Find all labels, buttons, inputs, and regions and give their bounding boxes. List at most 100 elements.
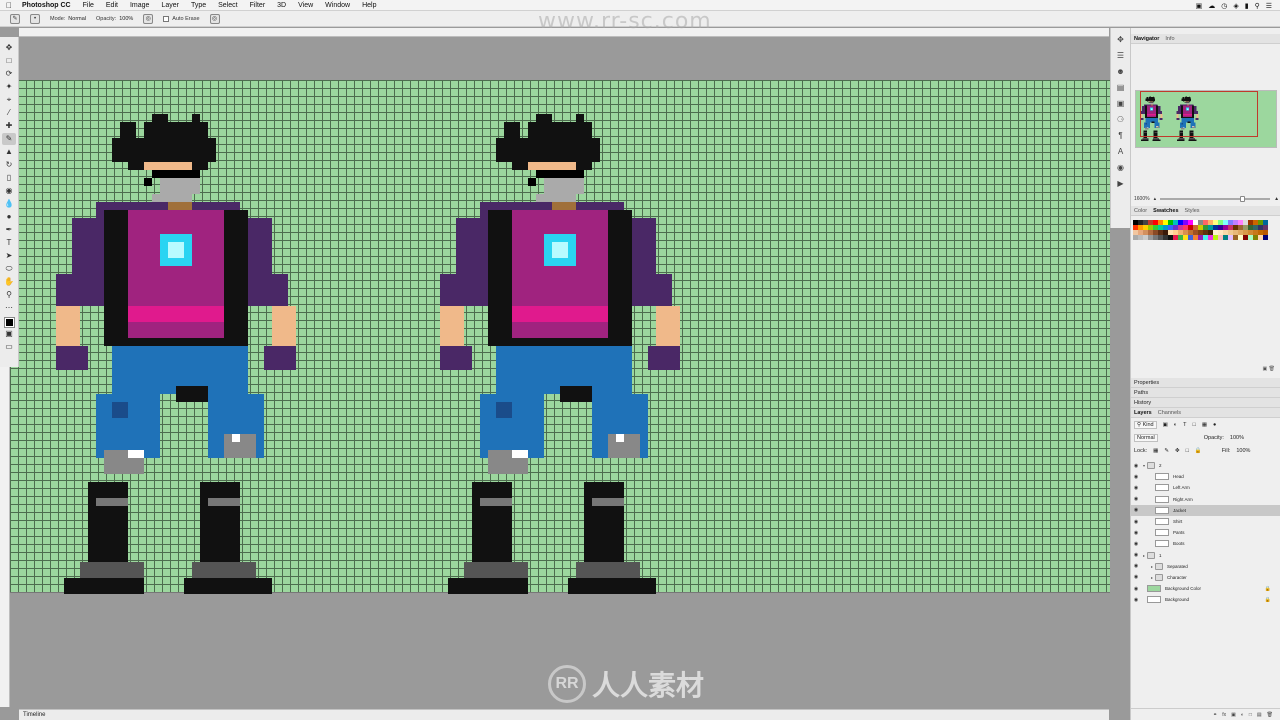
screen-mode-icon[interactable]: ▭	[2, 341, 16, 353]
layer-row[interactable]: ◉ Background 🔒	[1131, 594, 1280, 605]
hand-tool-icon[interactable]: ✋	[2, 276, 16, 288]
tab-layers[interactable]: Layers	[1134, 410, 1152, 416]
menu-image[interactable]: Image	[124, 2, 155, 9]
tab-navigator[interactable]: Navigator	[1134, 36, 1159, 42]
menu-3d[interactable]: 3D	[271, 2, 292, 9]
navigator-preview[interactable]	[1135, 90, 1277, 148]
visibility-eye-icon[interactable]: ◉	[1131, 463, 1141, 469]
menu-help[interactable]: Help	[356, 2, 382, 9]
delete-layer-icon[interactable]: 🗑	[1267, 712, 1273, 718]
filter-shape-icon[interactable]: □	[1192, 422, 1195, 428]
tab-swatches[interactable]: Swatches	[1153, 208, 1178, 214]
blur-tool-icon[interactable]: 💧	[2, 198, 16, 210]
paint-bucket-tool-icon[interactable]: ◉	[2, 185, 16, 197]
filter-smart-icon[interactable]: ▦	[1202, 422, 1207, 428]
auto-erase-option[interactable]: Auto Erase	[163, 15, 200, 22]
quick-mask-icon[interactable]: ▣	[2, 328, 16, 340]
delete-swatch-icon[interactable]: 🗑	[1269, 366, 1275, 372]
lasso-tool-icon[interactable]: ⟳	[2, 68, 16, 80]
clone-source-icon[interactable]: ◉	[1116, 162, 1126, 172]
dodge-tool-icon[interactable]: ●	[2, 211, 16, 223]
lock-artboard-icon[interactable]: □	[1186, 448, 1189, 454]
visibility-eye-icon[interactable]: ◉	[1131, 552, 1141, 558]
visibility-eye-icon[interactable]: ◉	[1131, 597, 1141, 603]
visibility-eye-icon[interactable]: ◉	[1131, 586, 1141, 592]
lock-position-icon[interactable]: ✥	[1175, 448, 1180, 454]
zoom-out-icon[interactable]: ▴	[1154, 196, 1157, 202]
apple-icon[interactable]: 	[0, 1, 18, 10]
crop-tool-icon[interactable]: ⌖	[2, 94, 16, 106]
pen-tool-icon[interactable]: ✒	[2, 224, 16, 236]
visibility-eye-icon[interactable]: ◉	[1131, 496, 1141, 502]
paragraph-icon[interactable]: ¶	[1116, 130, 1126, 140]
list-icon[interactable]: ☰	[1266, 2, 1272, 10]
menu-view[interactable]: View	[292, 2, 319, 9]
add-mask-icon[interactable]: ▣	[1231, 712, 1236, 718]
menu-window[interactable]: Window	[319, 2, 356, 9]
link-layers-icon[interactable]: ⚭	[1213, 712, 1217, 718]
layer-style-icon[interactable]: fx	[1222, 712, 1226, 718]
visibility-eye-icon[interactable]: ◉	[1131, 574, 1141, 580]
layer-row[interactable]: ◉ ▸ Character	[1131, 572, 1280, 583]
panel-properties[interactable]: Properties	[1131, 378, 1280, 388]
adjust-icon[interactable]: ☰	[1116, 50, 1126, 60]
fill-field[interactable]: 100%	[1236, 448, 1250, 454]
visibility-eye-icon[interactable]: ◉	[1131, 507, 1141, 513]
layer-row[interactable]: ◉ ▸ 1	[1131, 550, 1280, 561]
lock-brush-icon[interactable]: ✎	[1164, 448, 1169, 454]
foreground-color-swatch[interactable]	[3, 317, 15, 328]
auto-erase-checkbox[interactable]	[163, 15, 170, 22]
marquee-tool-icon[interactable]: □	[2, 55, 16, 67]
filter-adjust-icon[interactable]: ◐	[1174, 422, 1177, 428]
layer-row[interactable]: ◉ ▸ Separated	[1131, 561, 1280, 572]
play-icon[interactable]: ▶	[1116, 178, 1126, 188]
filter-kind-select[interactable]: ⚲ Kind	[1134, 420, 1157, 429]
layer-row[interactable]: ◉ Boots	[1131, 538, 1280, 549]
layer-row[interactable]: ◉ Shirt	[1131, 516, 1280, 527]
blend-mode-select[interactable]: Normal	[1134, 433, 1158, 442]
clock-icon[interactable]: ◷	[1221, 2, 1227, 10]
tab-styles[interactable]: Styles	[1185, 208, 1200, 214]
eyedropper-tool-icon[interactable]: ⁄	[2, 107, 16, 119]
3d-icon[interactable]: ▣	[1116, 98, 1126, 108]
pencil-preset-icon[interactable]: ✎	[10, 13, 20, 24]
opacity-field[interactable]: 100%	[119, 16, 133, 22]
search-icon[interactable]: ⚲	[1255, 2, 1260, 10]
layer-row[interactable]: ◉ ▾ 2	[1131, 460, 1280, 471]
navigator-view-box[interactable]	[1140, 91, 1258, 137]
layer-row[interactable]: ◉ Background Color 🔒	[1131, 583, 1280, 594]
brush-icon[interactable]: ⚆	[1116, 114, 1126, 124]
menu-type[interactable]: Type	[185, 2, 212, 9]
adjustment-layer-icon[interactable]: ◐	[1241, 712, 1244, 718]
layer-row[interactable]: ◉ Left Arm	[1131, 482, 1280, 493]
more-tools-icon[interactable]: ⋯	[2, 302, 16, 314]
brush-size-icon[interactable]: •	[30, 13, 40, 24]
zoom-value[interactable]: 1600%	[1134, 196, 1150, 202]
tab-info[interactable]: Info	[1165, 36, 1174, 42]
document-canvas[interactable]	[10, 37, 1110, 707]
menu-select[interactable]: Select	[212, 2, 243, 9]
stamp-tool-icon[interactable]: ▲	[2, 146, 16, 158]
character-icon[interactable]: A	[1116, 146, 1126, 156]
layer-row[interactable]: ◉ Right Arm	[1131, 494, 1280, 505]
lock-all-icon[interactable]: 🔒	[1195, 448, 1202, 454]
move-tool-icon[interactable]: ✥	[2, 42, 16, 54]
menu-layer[interactable]: Layer	[155, 2, 185, 9]
pixel-grid-artboard[interactable]	[10, 80, 1110, 594]
layer-row[interactable]: ◉ Head	[1131, 471, 1280, 482]
type-tool-icon[interactable]: T	[2, 237, 16, 249]
pencil-tool-icon[interactable]: ✎	[2, 133, 16, 145]
panel-paths[interactable]: Paths	[1131, 388, 1280, 398]
history-brush-tool-icon[interactable]: ↻	[2, 159, 16, 171]
filter-toggle-icon[interactable]: ●	[1213, 422, 1216, 428]
visibility-eye-icon[interactable]: ◉	[1131, 530, 1141, 536]
path-selection-tool-icon[interactable]: ➤	[2, 250, 16, 262]
mode-select[interactable]: Normal	[68, 16, 86, 22]
layer-row[interactable]: ◉ Jacket	[1131, 504, 1280, 516]
new-group-icon[interactable]: □	[1249, 712, 1252, 718]
menu-file[interactable]: File	[77, 2, 100, 9]
lock-pixels-icon[interactable]: ▦	[1153, 448, 1158, 454]
zoom-slider-thumb[interactable]	[1240, 196, 1246, 202]
layer-opacity-field[interactable]: 100%	[1230, 435, 1244, 441]
zoom-in-icon[interactable]: ▲	[1274, 196, 1279, 202]
